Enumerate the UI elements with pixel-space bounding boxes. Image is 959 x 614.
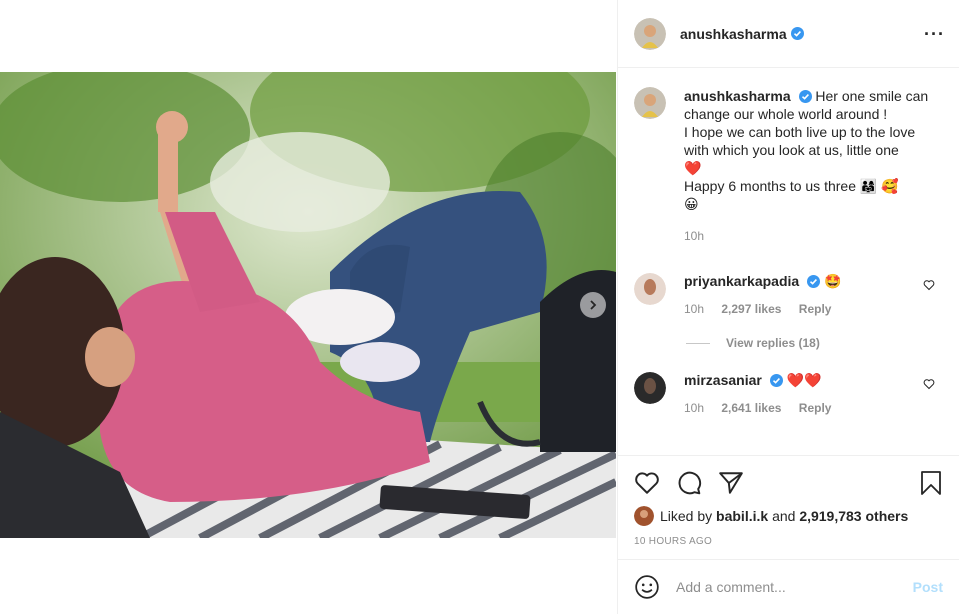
caption-emoji: 😀: [684, 196, 699, 212]
avatar[interactable]: [634, 273, 666, 305]
reply-button[interactable]: Reply: [799, 302, 832, 316]
avatar[interactable]: [634, 372, 666, 404]
username[interactable]: anushkasharma: [680, 26, 787, 42]
verified-badge-icon: [807, 275, 821, 288]
caption-text: anushkasharma Her one smile can change o…: [684, 87, 929, 245]
caption-line: with which you look at us, little one: [684, 142, 899, 158]
comment-likes[interactable]: 2,641 likes: [721, 401, 781, 415]
post-comment-button[interactable]: Post: [913, 579, 943, 595]
caption-line: change our whole world around !: [684, 106, 888, 122]
like-comment-heart-icon[interactable]: [923, 279, 935, 291]
liked-by-prefix: Liked by: [660, 508, 713, 524]
comment-time: 10h: [684, 302, 705, 316]
caption-username[interactable]: anushkasharma: [684, 88, 791, 104]
comment-text: ❤️❤️: [786, 372, 822, 388]
verified-badge-icon: [790, 27, 804, 40]
share-paper-plane-icon[interactable]: [718, 470, 744, 496]
comment-likes[interactable]: 2,297 likes: [721, 302, 781, 316]
verified-badge-icon: [769, 374, 783, 387]
next-photo-button[interactable]: [580, 292, 606, 318]
comment-bubble-icon[interactable]: [676, 470, 702, 496]
caption-line: Her one smile can: [815, 88, 929, 104]
post-sidebar: anushkasharma ··· anushkasharma Her one …: [617, 0, 959, 614]
more-options-icon[interactable]: ···: [924, 24, 945, 45]
caption-line: Happy 6 months to us three 👨‍👩‍👧 🥰: [684, 178, 899, 194]
caption: anushkasharma Her one smile can change o…: [634, 87, 943, 245]
comment-text: 🤩: [823, 273, 842, 289]
view-replies-button[interactable]: View replies (18): [686, 336, 943, 350]
caption-line: I hope we can both live up to the love: [684, 124, 916, 140]
like-comment-heart-icon[interactable]: [923, 378, 935, 390]
replies-divider: [686, 342, 710, 344]
verified-badge-icon: [798, 90, 812, 103]
caption-emoji: ❤️: [684, 160, 702, 176]
emoji-smiley-icon[interactable]: [634, 574, 660, 600]
liked-by-summary: Liked by babil.i.k and 2,919,783 others: [634, 506, 943, 526]
post-photo[interactable]: [0, 72, 616, 538]
liked-by-user[interactable]: babil.i.k: [716, 508, 768, 524]
post-timestamp: 10 HOURS AGO: [634, 536, 713, 547]
post-actions: Liked by babil.i.k and 2,919,783 others …: [618, 455, 959, 559]
reply-button[interactable]: Reply: [799, 401, 832, 415]
comments-list[interactable]: anushkasharma Her one smile can change o…: [618, 69, 959, 455]
comment-username[interactable]: priyankarkapadia: [684, 273, 799, 289]
view-replies-label: View replies (18): [726, 336, 820, 350]
comment-input[interactable]: [676, 579, 913, 595]
post-media-area: [0, 0, 616, 614]
comment-time: 10h: [684, 401, 705, 415]
liked-by-count[interactable]: 2,919,783 others: [799, 508, 908, 524]
chevron-right-icon: [590, 300, 597, 310]
like-heart-icon[interactable]: [634, 470, 660, 496]
add-comment-bar: Post: [618, 559, 959, 614]
post-header: anushkasharma ···: [618, 0, 959, 68]
avatar[interactable]: [634, 17, 666, 50]
liked-by-and: and: [772, 508, 796, 524]
save-bookmark-icon[interactable]: [919, 470, 943, 496]
comment-item: mirzasaniar ❤️❤️ 10h 2,641 likes Reply: [634, 372, 943, 415]
comment-item: priyankarkapadia 🤩 10h 2,297 likes Reply: [634, 273, 943, 316]
comment-username[interactable]: mirzasaniar: [684, 372, 762, 388]
avatar[interactable]: [634, 87, 666, 119]
liker-avatar[interactable]: [634, 506, 654, 526]
caption-time: 10h: [684, 229, 705, 243]
